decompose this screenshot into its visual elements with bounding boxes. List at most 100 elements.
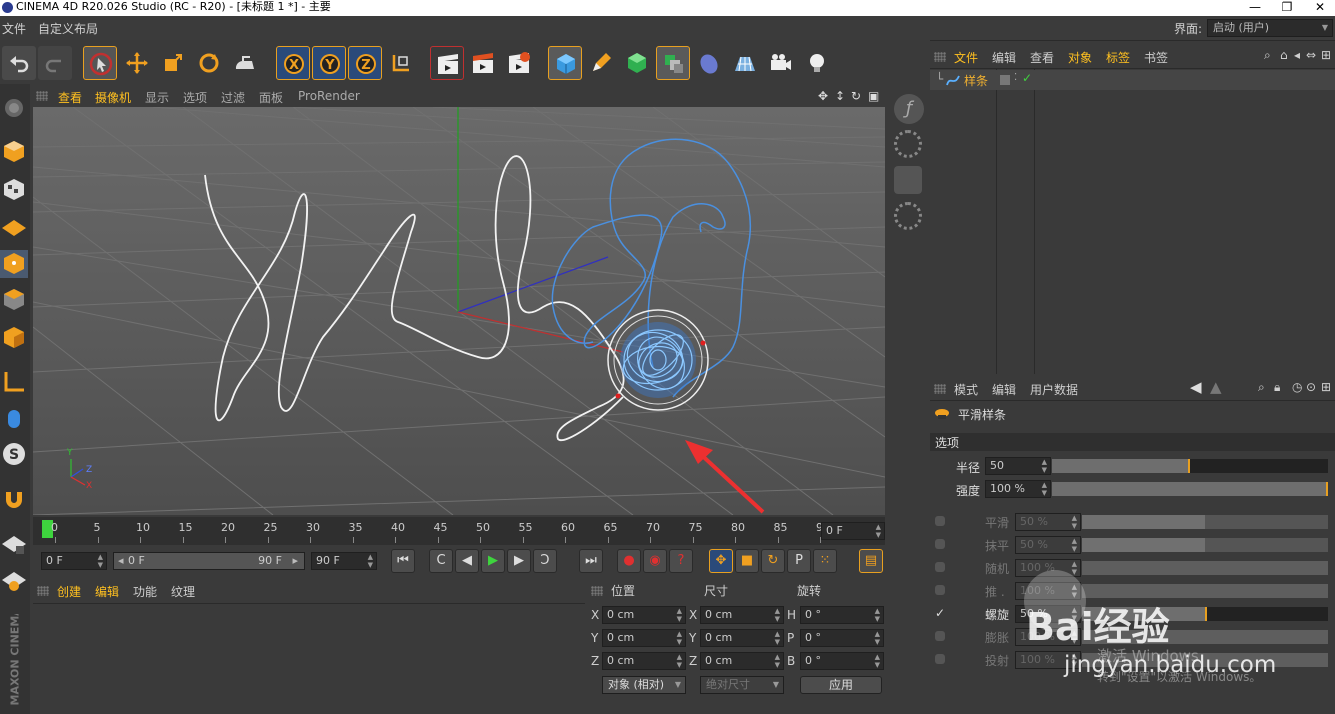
attr-menu-edit[interactable]: 编辑 bbox=[992, 381, 1016, 398]
material-menu-edit[interactable]: 编辑 bbox=[95, 583, 119, 600]
move-button[interactable] bbox=[120, 46, 154, 80]
x-axis-lock-button[interactable]: X bbox=[276, 46, 310, 80]
xpresso-icon[interactable]: ƒ bbox=[894, 94, 924, 124]
object-menu-objects[interactable]: 对象 bbox=[1068, 49, 1092, 66]
material-menu-create[interactable]: 创建 bbox=[57, 583, 81, 600]
param-field[interactable]: 50 % ▲ ▼ bbox=[1015, 536, 1081, 554]
current-frame-field[interactable]: 0 F ▲ ▼ bbox=[821, 522, 885, 540]
settings-gear-icon[interactable] bbox=[894, 202, 922, 230]
scale-button[interactable] bbox=[156, 46, 190, 80]
apply-button[interactable]: 应用 bbox=[800, 676, 882, 694]
object-name[interactable]: 样条 bbox=[964, 72, 988, 89]
tab-display[interactable]: 显示 bbox=[145, 89, 169, 106]
size-z-field[interactable]: 0 cm ▲ ▼ bbox=[700, 652, 784, 670]
polygons-mode-button[interactable] bbox=[0, 324, 28, 352]
lock-workplane-button[interactable] bbox=[0, 530, 28, 558]
planar-workplane-button[interactable] bbox=[0, 566, 28, 594]
record-rotation-button[interactable]: ↻ bbox=[761, 549, 785, 573]
go-to-end-button[interactable]: ⏭ bbox=[579, 549, 603, 573]
min-time-field[interactable]: 0 F ▲ ▼ bbox=[41, 552, 107, 570]
subdivision-button[interactable] bbox=[620, 46, 654, 80]
points-mode-button[interactable] bbox=[0, 250, 28, 278]
strength-field[interactable]: 100 % ▲ ▼ bbox=[985, 480, 1051, 498]
record-parameter-button[interactable]: P bbox=[787, 549, 811, 573]
param-checkbox[interactable] bbox=[935, 654, 945, 664]
position-z-field[interactable]: 0 cm ▲ ▼ bbox=[602, 652, 686, 670]
link-icon[interactable]: ⊙ bbox=[1306, 380, 1316, 394]
record-point-level-button[interactable]: ⁙ bbox=[813, 549, 837, 573]
go-to-start-button[interactable]: ⏮ bbox=[391, 549, 415, 573]
material-menu-texture[interactable]: 纹理 bbox=[171, 583, 195, 600]
history-icon[interactable]: ◂ bbox=[1294, 48, 1300, 62]
maximize-button[interactable]: ❐ bbox=[1272, 0, 1302, 16]
pen-button[interactable] bbox=[584, 46, 618, 80]
rotate-button[interactable] bbox=[192, 46, 226, 80]
forward-arrow-icon[interactable]: ▲ bbox=[1210, 378, 1222, 396]
minimize-button[interactable]: — bbox=[1240, 0, 1270, 16]
coordinate-system-button[interactable] bbox=[384, 46, 418, 80]
record-position-button[interactable]: ✥ bbox=[709, 549, 733, 573]
layout-select[interactable]: 启动 (用户) ▼ bbox=[1207, 19, 1333, 37]
attr-menu-user-data[interactable]: 用户数据 bbox=[1030, 381, 1078, 398]
range-slider[interactable]: ◂ 0 F 90 F ▸ bbox=[113, 552, 305, 570]
history-icon[interactable]: ◷ bbox=[1292, 380, 1302, 394]
light-button[interactable] bbox=[800, 46, 834, 80]
timeline-ruler[interactable]: 051015202530354045505560657075808590 0 F… bbox=[33, 517, 885, 545]
param-slider[interactable] bbox=[1082, 561, 1328, 575]
tab-prorender[interactable]: ProRender bbox=[298, 89, 360, 103]
menu-file[interactable]: 文件 bbox=[2, 20, 26, 37]
object-menu-edit[interactable]: 编辑 bbox=[992, 49, 1016, 66]
rotation-b-field[interactable]: 0 ° ▲ ▼ bbox=[800, 652, 884, 670]
attr-menu-mode[interactable]: 模式 bbox=[954, 381, 978, 398]
coord-mode-select[interactable]: 对象 (相对) ▼ bbox=[602, 676, 686, 694]
tab-filter[interactable]: 过滤 bbox=[221, 89, 245, 106]
max-time-field[interactable]: 90 F ▲ ▼ bbox=[311, 552, 377, 570]
strength-slider[interactable] bbox=[1052, 482, 1328, 496]
size-y-field[interactable]: 0 cm ▲ ▼ bbox=[700, 629, 784, 647]
object-menu-view[interactable]: 查看 bbox=[1030, 49, 1054, 66]
script-icon[interactable] bbox=[894, 166, 922, 194]
z-axis-lock-button[interactable]: Z bbox=[348, 46, 382, 80]
param-checkbox[interactable] bbox=[935, 516, 945, 526]
auto-key-button[interactable]: ◉ bbox=[643, 549, 667, 573]
param-slider[interactable] bbox=[1082, 515, 1328, 529]
model-mode-button[interactable] bbox=[0, 138, 28, 166]
axis-mode-button[interactable] bbox=[0, 368, 28, 396]
workplane-mode-button[interactable] bbox=[0, 212, 28, 240]
section-header[interactable]: 选项 bbox=[930, 433, 1335, 451]
viewport-rotate-icon[interactable]: ↻ bbox=[851, 89, 861, 103]
viewport-move-icon[interactable]: ✥ bbox=[818, 89, 828, 103]
object-menu-tags[interactable]: 标签 bbox=[1106, 49, 1130, 66]
render-settings-button[interactable] bbox=[502, 46, 536, 80]
position-x-field[interactable]: 0 cm ▲ ▼ bbox=[602, 606, 686, 624]
param-slider[interactable] bbox=[1082, 538, 1328, 552]
param-slider-handle[interactable] bbox=[1205, 607, 1207, 621]
param-checkbox[interactable] bbox=[935, 539, 945, 549]
keyframe-selection-button[interactable]: ? bbox=[669, 549, 693, 573]
strength-slider-handle[interactable] bbox=[1326, 482, 1328, 496]
viewport[interactable]: Y Z X bbox=[33, 107, 885, 515]
gear-icon[interactable] bbox=[894, 130, 922, 158]
param-checkbox[interactable] bbox=[935, 585, 945, 595]
previous-key-button[interactable]: C bbox=[429, 549, 453, 573]
viewport-scene[interactable]: Y Z X bbox=[33, 107, 885, 515]
close-button[interactable]: ✕ bbox=[1305, 0, 1335, 16]
render-to-picture-viewer-button[interactable] bbox=[466, 46, 500, 80]
viewport-maximize-icon[interactable]: ▣ bbox=[868, 89, 879, 103]
search-icon[interactable]: ⌕ bbox=[1264, 48, 1271, 63]
link-icon[interactable]: ⇔ bbox=[1306, 48, 1316, 62]
material-menu-function[interactable]: 功能 bbox=[133, 583, 157, 600]
render-view-button[interactable] bbox=[430, 46, 464, 80]
new-panel-icon[interactable]: ⊞ bbox=[1321, 380, 1331, 394]
layer-icon[interactable] bbox=[1000, 75, 1010, 85]
y-axis-lock-button[interactable]: Y bbox=[312, 46, 346, 80]
position-y-field[interactable]: 0 cm ▲ ▼ bbox=[602, 629, 686, 647]
lock-icon[interactable]: 🔒︎ bbox=[1274, 380, 1280, 395]
rotation-p-field[interactable]: 0 ° ▲ ▼ bbox=[800, 629, 884, 647]
back-arrow-icon[interactable]: ◀ bbox=[1190, 378, 1202, 396]
deformer-button[interactable] bbox=[692, 46, 726, 80]
array-button[interactable] bbox=[656, 46, 690, 80]
new-panel-icon[interactable]: ⊞ bbox=[1321, 48, 1331, 62]
snap-button[interactable]: S bbox=[0, 440, 28, 468]
redo-button[interactable] bbox=[38, 46, 72, 80]
